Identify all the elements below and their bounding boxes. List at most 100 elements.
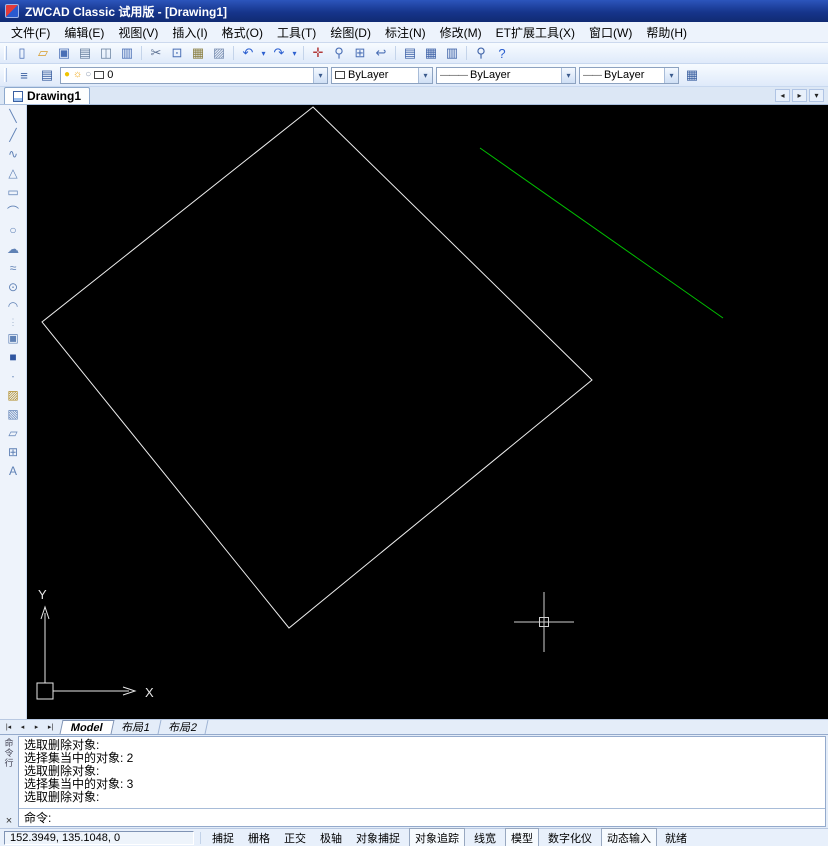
next-drawing-button[interactable]: ▸ <box>792 89 807 102</box>
next-layout-button[interactable]: ▸ <box>30 721 43 733</box>
redo-icon[interactable]: ↷ <box>269 44 289 62</box>
drawing-tab[interactable]: Drawing1 <box>4 87 90 104</box>
polygon-icon[interactable]: △ <box>3 165 23 181</box>
layer-select[interactable]: ● ☼ ○ 0 ▾ <box>60 67 328 84</box>
plot-icon[interactable]: ▥ <box>117 44 137 62</box>
gradient-icon[interactable]: ▧ <box>3 406 23 422</box>
layers-icon[interactable]: ▤ <box>37 66 57 84</box>
prev-drawing-button[interactable]: ◂ <box>775 89 790 102</box>
color-select[interactable]: ByLayer ▾ <box>331 67 433 84</box>
open-icon[interactable]: ▱ <box>33 44 53 62</box>
menu-item[interactable]: 窗口(W) <box>582 22 639 43</box>
print-icon[interactable]: ▤ <box>75 44 95 62</box>
status-toggles: 捕捉栅格正交极轴对象捕捉对象追踪线宽模型数字化仪动态输入 <box>207 828 657 846</box>
save-icon[interactable]: ▣ <box>54 44 74 62</box>
toggle-grid[interactable]: 栅格 <box>243 829 275 846</box>
line-icon[interactable]: ╲ <box>3 108 23 124</box>
point-icon[interactable]: ∙ <box>3 368 23 384</box>
menu-item[interactable]: 绘图(D) <box>323 22 378 43</box>
menu-item[interactable]: 帮助(H) <box>639 22 694 43</box>
tab-layout1[interactable]: 布局1 <box>111 720 161 734</box>
zoom-realtime-icon[interactable]: ⚲ <box>329 44 349 62</box>
circle-icon[interactable]: ○ <box>3 222 23 238</box>
tool-palettes-icon[interactable]: ▥ <box>442 44 462 62</box>
toolbar-separator <box>395 46 396 60</box>
toggle-ortho[interactable]: 正交 <box>279 829 311 846</box>
region-icon[interactable]: ▱ <box>3 425 23 441</box>
pan-icon[interactable]: ✛ <box>308 44 328 62</box>
zoom-window-icon[interactable]: ⊞ <box>350 44 370 62</box>
menu-item[interactable]: ET扩展工具(X) <box>489 22 582 43</box>
toggle-digitizer[interactable]: 数字化仪 <box>543 829 597 846</box>
last-layout-button[interactable]: ▸| <box>44 721 57 733</box>
linetype-select[interactable]: ——— ByLayer ▾ <box>436 67 576 84</box>
command-input-row[interactable]: 命令: <box>19 808 825 826</box>
new-icon[interactable]: ▯ <box>12 44 32 62</box>
menu-item[interactable]: 编辑(E) <box>57 22 111 43</box>
make-block-icon[interactable]: ■ <box>3 349 23 365</box>
toggle-lineweight[interactable]: 线宽 <box>469 829 501 846</box>
undo-history-arrow[interactable]: ▾ <box>259 44 268 62</box>
match-properties-icon[interactable]: ▨ <box>209 44 229 62</box>
hatch-icon[interactable]: ▨ <box>3 387 23 403</box>
redo-history-arrow[interactable]: ▾ <box>290 44 299 62</box>
prev-layout-button[interactable]: ◂ <box>16 721 29 733</box>
undo-icon[interactable]: ↶ <box>238 44 258 62</box>
spline-icon[interactable]: ≈ <box>3 260 23 276</box>
drawing-list-button[interactable]: ▾ <box>809 89 824 102</box>
revision-cloud-icon[interactable]: ☁ <box>3 241 23 257</box>
menu-item[interactable]: 修改(M) <box>433 22 489 43</box>
menu-item[interactable]: 文件(F) <box>4 22 57 43</box>
grid-tool-button[interactable]: ▦ <box>682 66 702 84</box>
mtext-icon[interactable]: A <box>3 463 23 479</box>
rectangle-icon[interactable]: ▭ <box>3 184 23 200</box>
command-panel-grip[interactable]: 命令行 × <box>0 735 18 828</box>
coordinate-display[interactable]: 152.3949, 135.1048, 0 <box>4 831 194 845</box>
ellipse-icon[interactable]: ⊙ <box>3 279 23 295</box>
arc-icon[interactable]: ⌒ <box>3 203 23 219</box>
menu-item[interactable]: 视图(V) <box>111 22 165 43</box>
command-input[interactable] <box>54 812 820 824</box>
drawing-viewport[interactable]: Y X <box>27 105 828 719</box>
copy-icon[interactable]: ⊡ <box>167 44 187 62</box>
table-icon[interactable]: ⊞ <box>3 444 23 460</box>
linetype-dropdown-arrow[interactable]: ▾ <box>561 68 575 83</box>
command-panel-close-button[interactable]: × <box>6 816 12 826</box>
zoom-previous-icon[interactable]: ↩ <box>371 44 391 62</box>
designcenter-icon[interactable]: ▦ <box>421 44 441 62</box>
find-icon[interactable]: ⚲ <box>471 44 491 62</box>
polyline-icon[interactable]: ∿ <box>3 146 23 162</box>
cut-icon[interactable]: ✂ <box>146 44 166 62</box>
paste-icon[interactable]: ▦ <box>188 44 208 62</box>
tab-model[interactable]: Model <box>60 720 115 734</box>
print-preview-icon[interactable]: ◫ <box>96 44 116 62</box>
insert-block-icon[interactable]: ▣ <box>3 330 23 346</box>
toolbar-separator <box>466 46 467 60</box>
menu-item[interactable]: 标注(N) <box>378 22 433 43</box>
menu-item[interactable]: 插入(I) <box>165 22 214 43</box>
first-layout-button[interactable]: |◂ <box>2 721 15 733</box>
toolbar-grip[interactable] <box>4 46 7 60</box>
properties-icon[interactable]: ▤ <box>400 44 420 62</box>
color-dropdown-arrow[interactable]: ▾ <box>418 68 432 83</box>
toggle-osnap[interactable]: 对象捕捉 <box>351 829 405 846</box>
layer-dropdown-arrow[interactable]: ▾ <box>313 68 327 83</box>
toggle-model[interactable]: 模型 <box>505 828 539 846</box>
toolbar-grip[interactable] <box>4 68 7 82</box>
lineweight-select[interactable]: —— ByLayer ▾ <box>579 67 679 84</box>
toggle-dynamic-input[interactable]: 动态输入 <box>601 828 657 846</box>
toggle-snap[interactable]: 捕捉 <box>207 829 239 846</box>
tab-layout2[interactable]: 布局2 <box>158 720 208 734</box>
layer-properties-manager-icon[interactable]: ≡ <box>14 66 34 84</box>
rotated-square[interactable] <box>42 107 592 628</box>
menu-item[interactable]: 格式(O) <box>215 22 270 43</box>
toggle-otrack[interactable]: 对象追踪 <box>409 828 465 846</box>
help-icon[interactable]: ? <box>492 44 512 62</box>
green-line[interactable] <box>480 148 723 318</box>
command-prompt-label: 命令: <box>24 809 51 826</box>
construction-line-icon[interactable]: ╱ <box>3 127 23 143</box>
menu-item[interactable]: 工具(T) <box>270 22 323 43</box>
ellipse-arc-icon[interactable]: ◠ <box>3 298 23 314</box>
lineweight-dropdown-arrow[interactable]: ▾ <box>664 68 678 83</box>
toggle-polar[interactable]: 极轴 <box>315 829 347 846</box>
